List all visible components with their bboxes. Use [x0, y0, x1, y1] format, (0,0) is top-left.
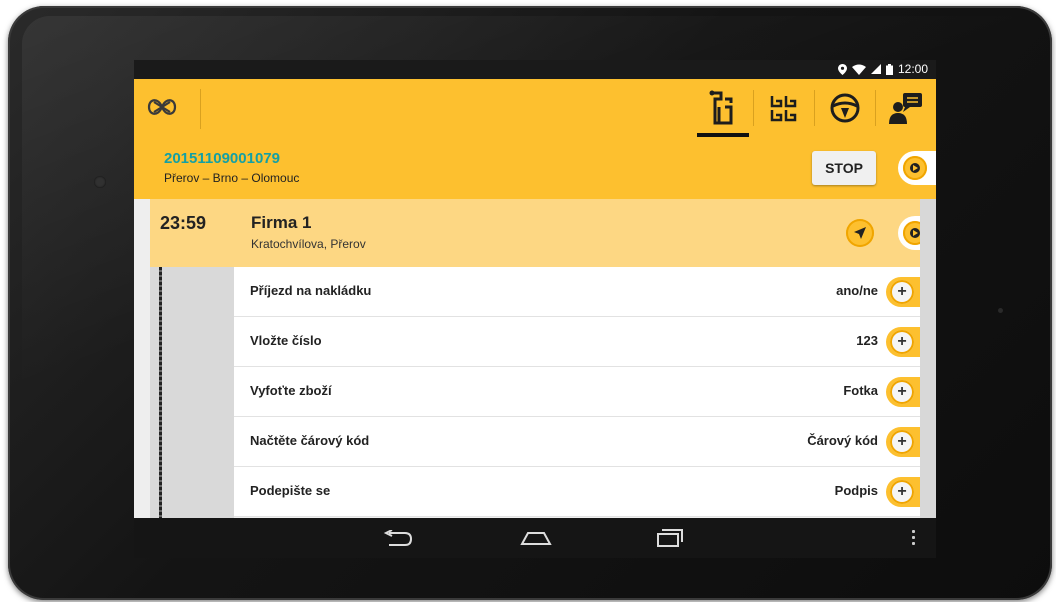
- stop-time: 23:59: [160, 213, 207, 233]
- location-icon: [837, 63, 847, 75]
- stop-row-edge: [920, 199, 936, 267]
- route-icon: [709, 90, 733, 125]
- list-gutter: [134, 267, 150, 558]
- navigation-arrow-icon: [854, 227, 866, 239]
- action-bar: [134, 79, 936, 137]
- task-value: Fotka: [843, 383, 878, 398]
- home-icon: [520, 532, 552, 545]
- plus-icon: +: [890, 330, 914, 354]
- task-label: Vyfoťte zboží: [250, 383, 332, 398]
- stop-row[interactable]: 23:59 Firma 1 Kratochvílova, Přerov: [150, 199, 927, 267]
- driver-message-icon: [889, 93, 922, 124]
- knot-logo-icon[interactable]: [146, 93, 178, 121]
- list-item[interactable]: Vyfoťte zboží Fotka +: [234, 367, 936, 417]
- top-tabs: [693, 79, 936, 137]
- logo-divider: [200, 89, 201, 129]
- navigate-button[interactable]: [846, 219, 874, 247]
- arrow-right-icon: [903, 156, 927, 180]
- stop-button[interactable]: STOP: [812, 151, 876, 185]
- system-nav-bar: [134, 518, 936, 558]
- list-item[interactable]: Vložte číslo 123 +: [234, 317, 936, 367]
- list-item[interactable]: Příjezd na nakládku ano/ne +: [234, 267, 936, 317]
- job-route: Přerov – Brno – Olomouc: [164, 171, 300, 185]
- battery-icon: [885, 63, 893, 75]
- sensor-dot: [998, 308, 1003, 313]
- plus-icon: +: [890, 380, 914, 404]
- wifi-icon: [851, 64, 866, 75]
- task-value: 123: [856, 333, 878, 348]
- task-value: Podpis: [834, 483, 878, 498]
- scrollbar-track[interactable]: [920, 267, 936, 558]
- task-list: Příjezd na nakládku ano/ne + Vložte čísl…: [234, 267, 936, 517]
- task-value: Čárový kód: [807, 433, 878, 448]
- back-button[interactable]: [380, 526, 416, 550]
- recents-icon: [657, 529, 683, 547]
- recents-button[interactable]: [652, 526, 688, 550]
- grid-icon: [770, 96, 797, 122]
- stop-detail-tab[interactable]: [898, 216, 927, 250]
- status-bar: 12:00: [134, 60, 936, 79]
- tab-messages[interactable]: [876, 79, 936, 137]
- plus-icon: +: [890, 480, 914, 504]
- task-label: Vložte číslo: [250, 333, 322, 348]
- home-button[interactable]: [518, 526, 554, 550]
- job-header: 20151109001079 Přerov – Brno – Olomouc S…: [134, 137, 936, 199]
- signal-icon: [870, 64, 881, 74]
- plus-icon: +: [890, 430, 914, 454]
- list-item[interactable]: Načtěte čárový kód Čárový kód +: [234, 417, 936, 467]
- app-screen: 12:00 20151109001079 Přerov – Brno – Olo…: [134, 60, 936, 558]
- timeline-line: [159, 267, 162, 558]
- task-value: ano/ne: [836, 283, 878, 298]
- front-camera: [94, 176, 106, 188]
- status-time: 12:00: [897, 62, 928, 76]
- timeline-column: [150, 267, 234, 558]
- stop-address: Kratochvílova, Přerov: [251, 237, 366, 251]
- task-label: Příjezd na nakládku: [250, 283, 372, 298]
- steering-wheel-icon: [830, 93, 860, 123]
- task-label: Podepište se: [250, 483, 331, 498]
- tab-route[interactable]: [693, 79, 753, 137]
- task-label: Načtěte čárový kód: [250, 433, 370, 448]
- job-code: 20151109001079: [164, 150, 280, 167]
- tab-grid[interactable]: [754, 79, 814, 137]
- plus-icon: +: [890, 280, 914, 304]
- overflow-menu-icon[interactable]: [912, 530, 916, 548]
- back-icon: [383, 530, 413, 546]
- list-item[interactable]: Podepište se Podpis +: [234, 467, 936, 517]
- stop-name: Firma 1: [251, 213, 312, 232]
- tab-driving[interactable]: [815, 79, 875, 137]
- job-detail-tab[interactable]: [898, 151, 936, 185]
